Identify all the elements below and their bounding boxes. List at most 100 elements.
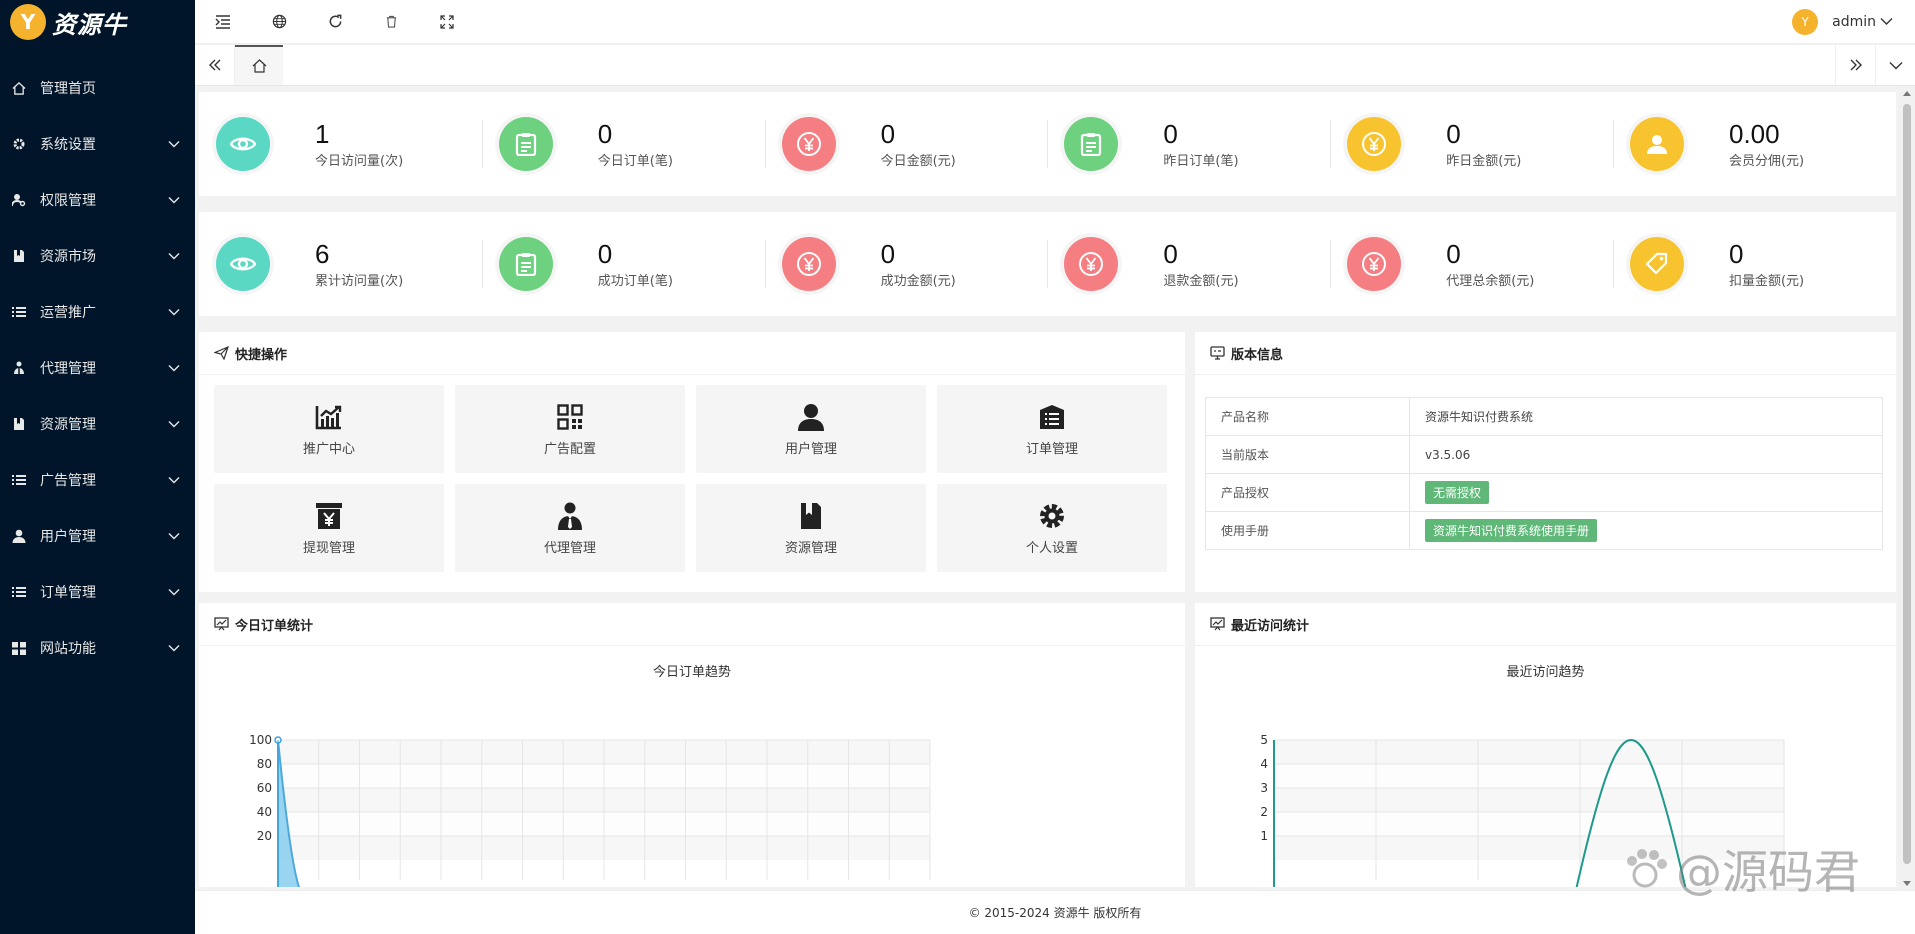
list-icon [10, 586, 28, 598]
double-chevron-left-icon [208, 59, 220, 71]
tabs-spacer [283, 45, 1835, 85]
quick-actions-title: 快捷操作 [235, 347, 288, 363]
quick-action-6[interactable]: 资源管理 [696, 484, 926, 572]
user-name: admin [1832, 13, 1876, 30]
sidebar: Y 资源牛 管理首页系统设置权限管理资源市场运营推广代理管理资源管理 广告管理 用户… [0, 0, 195, 934]
clipboard-icon [1064, 117, 1119, 171]
version-row: 产品授权 无需授权 [1205, 473, 1883, 512]
sidebar-item-label: 代理管理 [40, 361, 96, 377]
sidebar-item-label: 资源市场 [40, 249, 96, 265]
quick-action-label: 个人设置 [1025, 541, 1078, 556]
chevron-down-icon [167, 305, 181, 319]
scroll-up-arrow[interactable] [1899, 86, 1915, 100]
sidebar-item-3[interactable]: 资源市场 [0, 228, 195, 284]
quick-action-5[interactable]: 代理管理 [455, 484, 685, 572]
stat-value: 0 [880, 239, 896, 269]
version-row: 当前版本 v3.5.06 [1205, 435, 1883, 474]
stat-text: 0 退款金额(元) [1163, 239, 1238, 289]
page-scrollbar[interactable] [1899, 86, 1915, 890]
sidebar-item-6[interactable]: 资源管理 [0, 396, 195, 452]
stat-label: 今日访问量(次) [315, 154, 404, 169]
sidebar-item-0[interactable]: 管理首页 [0, 60, 195, 116]
sidebar-item-label: 权限管理 [40, 193, 96, 209]
tab-home[interactable] [235, 45, 283, 85]
list-box-icon [1038, 401, 1066, 433]
chevron-down-icon [167, 473, 181, 487]
quick-action-3[interactable]: 订单管理 [937, 385, 1167, 473]
version-row: 产品名称 资源牛知识付费系统 [1205, 397, 1883, 436]
version-key: 使用手册 [1205, 511, 1410, 550]
stat-text: 0.00 会员分佣(元) [1729, 119, 1804, 169]
user-menu[interactable]: Y admin [1792, 8, 1915, 35]
clear-cache-button[interactable] [363, 0, 419, 44]
presentation-chart-icon [214, 617, 229, 631]
chevron-down-icon [167, 417, 181, 431]
qrcode-icon [557, 401, 583, 433]
clipboard-icon [498, 237, 553, 291]
quick-action-4[interactable]: 提现管理 [214, 484, 444, 572]
book-icon [10, 249, 28, 263]
visit-stats-title: 最近访问统计 [1231, 618, 1310, 634]
quick-action-2[interactable]: 用户管理 [696, 385, 926, 473]
visit-chart-ytick-label: 1 [1260, 829, 1268, 843]
sidebar-nav: 管理首页系统设置权限管理资源市场运营推广代理管理资源管理 广告管理 用户管理 订单管理… [0, 60, 195, 676]
visit-chart-title: 最近访问趋势 [1506, 665, 1585, 680]
tabs-menu-button[interactable] [1875, 45, 1915, 85]
refresh-icon [329, 14, 341, 28]
stat-label: 成功订单(笔) [597, 274, 673, 289]
stat-text: 0 今日订单(笔) [598, 119, 673, 169]
website-button[interactable] [251, 0, 307, 44]
home-icon [252, 59, 266, 73]
stat-label: 今日订单(笔) [597, 154, 673, 169]
stat-label: 累计访问量(次) [315, 274, 404, 289]
visit-chart-grid-band [1274, 740, 1784, 764]
quick-action-label: 代理管理 [543, 541, 596, 556]
quick-action-label: 推广中心 [302, 442, 355, 457]
list-icon [10, 306, 28, 318]
sidebar-item-8[interactable]: 用户管理 [0, 508, 195, 564]
user-icon [10, 529, 28, 543]
brand-logo[interactable]: Y 资源牛 [0, 0, 195, 44]
quick-action-label: 提现管理 [302, 541, 355, 556]
collapse-menu-button[interactable] [195, 0, 251, 44]
grid-icon [10, 641, 28, 655]
book-icon [10, 417, 28, 431]
sidebar-item-1[interactable]: 系统设置 [0, 116, 195, 172]
sidebar-item-label: 管理首页 [40, 81, 96, 97]
copyright-text: © 2015-2024 资源牛 版权所有 [968, 906, 1142, 920]
brand-name: 资源牛 [52, 10, 127, 39]
sidebar-item-4[interactable]: 运营推广 [0, 284, 195, 340]
stat-item: 0 昨日订单(笔) [1047, 92, 1330, 196]
sidebar-item-2[interactable]: 权限管理 [0, 172, 195, 228]
manual-link-button[interactable]: 资源牛知识付费系统使用手册 [1425, 519, 1598, 542]
sidebar-item-9[interactable]: 订单管理 [0, 564, 195, 620]
stat-text: 0 成功订单(笔) [598, 239, 673, 289]
quick-action-7[interactable]: 个人设置 [937, 484, 1167, 572]
scroll-down-arrow[interactable] [1899, 876, 1915, 890]
order-chart-ytick-label: 60 [257, 781, 272, 795]
sidebar-item-7[interactable]: 广告管理 [0, 452, 195, 508]
stat-item: 0 今日金额(元) [764, 92, 1048, 196]
stat-text: 0 昨日金额(元) [1446, 119, 1521, 169]
stat-item: 6 累计访问量(次) [199, 212, 482, 316]
stat-text: 6 累计访问量(次) [315, 239, 403, 289]
sidebar-item-5[interactable]: 代理管理 [0, 340, 195, 396]
top-header: Y admin [195, 0, 1915, 44]
quick-action-1[interactable]: 广告配置 [455, 385, 685, 473]
chevron-down-icon [167, 137, 181, 151]
quick-actions-header: 快捷操作 [199, 332, 1185, 375]
fullscreen-button[interactable] [419, 0, 475, 44]
chevron-down-icon [167, 529, 181, 543]
stat-label: 代理总余额(元) [1446, 274, 1535, 289]
order-chart-ytick-label: 40 [257, 805, 272, 819]
scroll-thumb[interactable] [1903, 104, 1911, 864]
version-row: 使用手册 资源牛知识付费系统使用手册 [1205, 511, 1883, 550]
stat-value: 0 [1446, 119, 1461, 149]
quick-action-0[interactable]: 推广中心 [214, 385, 444, 473]
refresh-button[interactable] [307, 0, 363, 44]
yen-icon [1347, 117, 1402, 171]
sidebar-item-10[interactable]: 网站功能 [0, 620, 195, 676]
tag-icon [1629, 237, 1684, 291]
tabs-scroll-right-button[interactable] [1835, 45, 1875, 85]
tabs-scroll-left-button[interactable] [195, 45, 235, 85]
